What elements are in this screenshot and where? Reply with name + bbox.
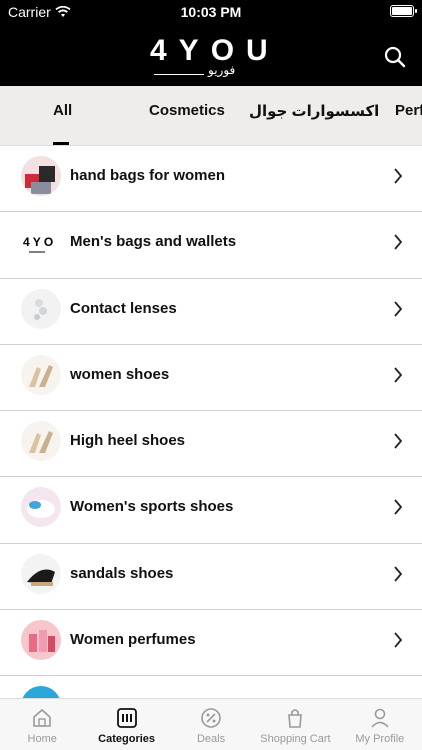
battery-icon — [390, 5, 417, 17]
category-tabs: All Cosmetics اكسسوارات جوال Perfu — [0, 86, 422, 146]
logo-underline — [154, 74, 204, 75]
tab-label: Home — [27, 733, 57, 745]
tab-label: Deals — [196, 733, 226, 745]
category-thumbnail — [21, 553, 61, 594]
list-item[interactable] — [0, 676, 422, 698]
list-item[interactable]: Contact lenses — [0, 279, 422, 345]
category-label: hand bags for women — [70, 167, 226, 184]
chevron-right-icon — [394, 632, 403, 648]
svg-text:4 Y O: 4 Y O — [23, 235, 53, 249]
categories-icon — [116, 708, 137, 728]
chevron-right-icon — [394, 168, 403, 184]
category-thumbnail: 4 Y O — [21, 222, 61, 263]
deals-icon — [201, 708, 221, 728]
tab-deals[interactable]: Deals — [169, 699, 253, 750]
home-icon — [33, 708, 52, 727]
category-label: Women perfumes — [70, 631, 196, 649]
logo-subtitle: فوريو — [208, 63, 236, 77]
list-item[interactable]: Women perfumes — [0, 610, 422, 677]
search-icon[interactable] — [384, 46, 406, 68]
list-item[interactable]: sandals shoes — [0, 544, 422, 611]
profile-icon — [371, 708, 389, 728]
tab-perfumes[interactable]: Perfu — [395, 102, 422, 119]
category-label: Women's sports shoes — [70, 498, 234, 516]
category-label: Contact lenses — [70, 299, 177, 317]
category-label: sandals shoes — [70, 564, 174, 582]
tab-categories[interactable]: Categories — [84, 699, 168, 750]
list-item[interactable]: women shoes — [0, 345, 422, 412]
chevron-right-icon — [394, 234, 403, 250]
category-thumbnail — [21, 354, 61, 395]
list-item[interactable]: hand bags for women — [0, 146, 422, 213]
category-list: hand bags for women 4 Y O Men's bags and… — [0, 146, 422, 698]
chevron-right-icon — [394, 433, 403, 449]
tab-cosmetics[interactable]: Cosmetics — [149, 102, 225, 119]
category-label: Men's bags and wallets — [70, 233, 237, 251]
clock: 10:03 PM — [180, 4, 242, 20]
category-label: High heel shoes — [70, 432, 186, 450]
brand-logo[interactable]: 4YOU فوريو — [150, 34, 272, 80]
tab-profile[interactable]: My Profile — [338, 699, 422, 750]
logo-text: 4YOU — [150, 34, 280, 67]
category-label: women shoes — [70, 365, 170, 383]
bottom-tab-bar: Home Categories Deals Shopping Cart My P… — [0, 698, 422, 750]
category-thumbnail — [21, 288, 61, 329]
status-bar: Carrier 10:03 PM — [0, 0, 422, 24]
category-thumbnail — [21, 686, 61, 698]
tab-mobile-accessories[interactable]: اكسسوارات جوال — [249, 102, 379, 120]
tab-label: Categories — [98, 733, 156, 745]
chevron-right-icon — [394, 566, 403, 582]
list-item[interactable]: 4 Y O Men's bags and wallets — [0, 212, 422, 279]
category-thumbnail — [21, 156, 61, 196]
chevron-right-icon — [394, 301, 403, 317]
chevron-right-icon — [394, 367, 403, 383]
tab-cart[interactable]: Shopping Cart — [253, 699, 337, 750]
category-thumbnail — [21, 620, 61, 661]
category-thumbnail — [21, 487, 61, 528]
tab-all[interactable]: All — [53, 102, 72, 119]
app-header: 4YOU فوريو — [0, 24, 422, 86]
tab-label: Shopping Cart — [260, 733, 331, 745]
list-item[interactable]: Women's sports shoes — [0, 477, 422, 544]
category-thumbnail — [21, 421, 61, 462]
tab-home[interactable]: Home — [0, 699, 84, 750]
chevron-right-icon — [394, 499, 403, 516]
cart-icon — [288, 709, 303, 728]
tab-label: My Profile — [355, 733, 405, 745]
list-item[interactable]: High heel shoes — [0, 411, 422, 478]
